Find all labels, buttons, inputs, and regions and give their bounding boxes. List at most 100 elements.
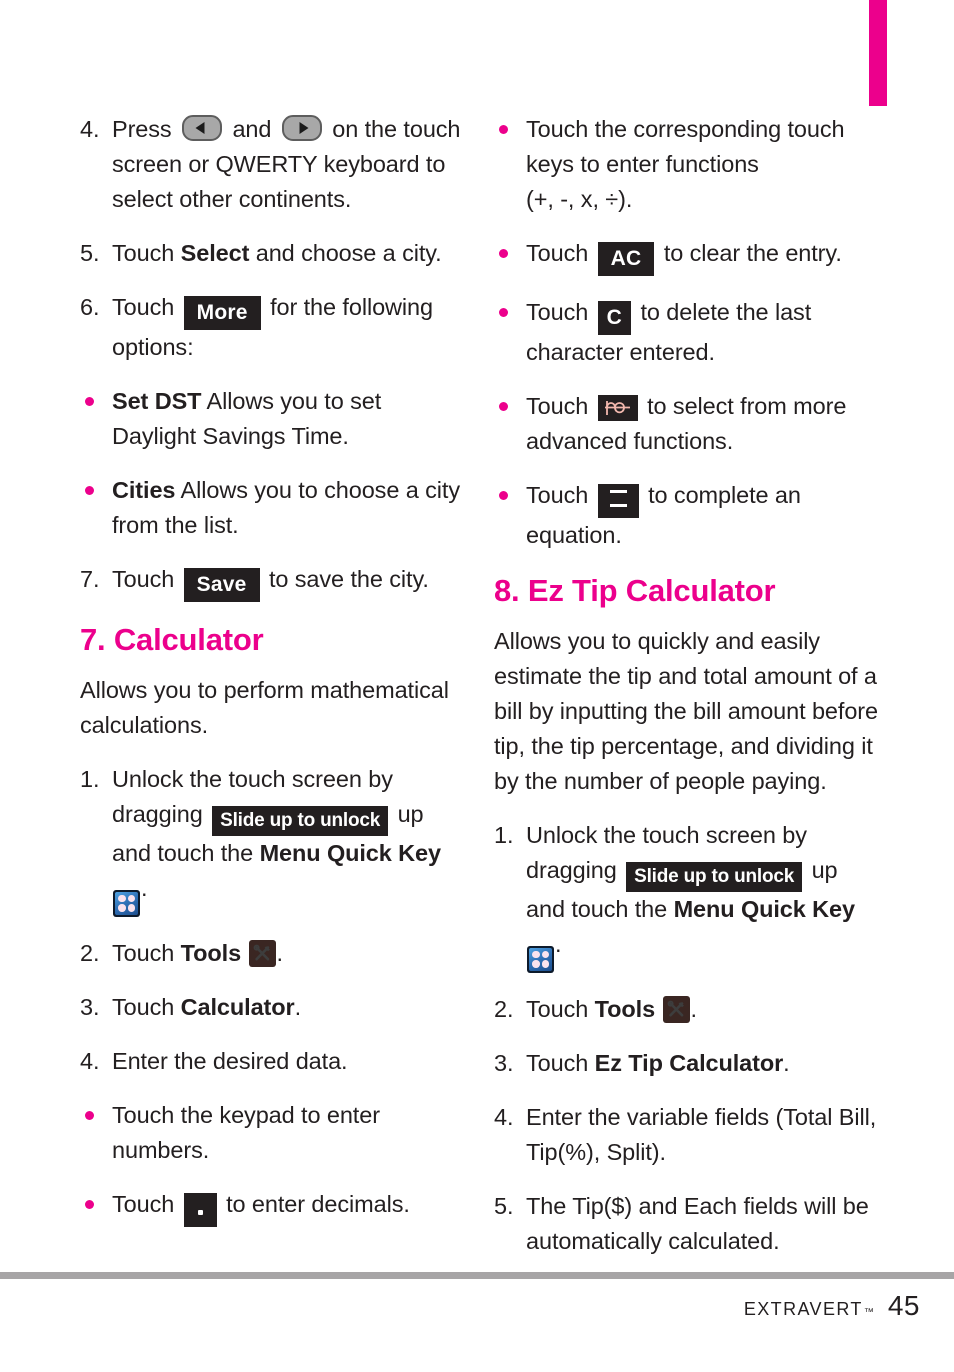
step-number: 6. xyxy=(80,294,100,320)
bullet-dot-icon xyxy=(499,491,508,500)
step-text: The Tip($) and Each fields will be autom… xyxy=(526,1192,869,1254)
step-number: 4. xyxy=(80,116,100,142)
bold-term-calculator: Calculator xyxy=(180,993,295,1020)
step-text-after: . xyxy=(141,875,148,901)
bullet-text: Touch the corresponding touch keys to en… xyxy=(526,116,845,177)
step-text-after: to save the city. xyxy=(268,566,429,592)
bullet-text-operators: (+, -, x, ÷). xyxy=(526,186,633,212)
bullet-equals-complete: Touch to complete an equation. xyxy=(494,478,882,553)
bold-term-menu-quick-key: Menu Quick Key xyxy=(673,896,856,922)
ez-tip-intro-text: Allows you to quickly and easily estimat… xyxy=(494,628,878,794)
bullet-text-before: Touch xyxy=(526,299,589,325)
menu-quick-key-icon[interactable] xyxy=(527,945,554,973)
step-text-after: . xyxy=(555,931,562,957)
tools-icon[interactable] xyxy=(662,995,690,1023)
step-number: 1. xyxy=(494,822,514,848)
bold-term-set-dst: Set DST xyxy=(112,388,202,414)
bold-term-tools: Tools xyxy=(180,939,242,966)
calculator-intro-text: Allows you to perform mathematical calcu… xyxy=(80,677,449,738)
bullet-dot-icon xyxy=(85,397,94,406)
bullet-touch-keypad: Touch the keypad to enter numbers. xyxy=(80,1098,468,1168)
calc-step-3-calculator: 3. Touch Calculator. xyxy=(80,990,468,1025)
tools-icon[interactable] xyxy=(248,939,276,967)
step-number: 7. xyxy=(80,566,100,592)
bullet-dot-icon xyxy=(499,402,508,411)
step-7-touch-save: 7. Touch Save to save the city. xyxy=(80,562,468,602)
arrow-right-key-icon[interactable] xyxy=(281,115,322,141)
step-4-select-continents: 4. Press and on the touch screen or QWER… xyxy=(80,112,468,217)
more-key-badge[interactable]: More xyxy=(183,296,261,330)
step-6-touch-more: 6. Touch More for the following options: xyxy=(80,290,468,365)
step-number: 5. xyxy=(494,1192,514,1219)
calc-step-1-unlock: 1. Unlock the touch screen by dragging S… xyxy=(80,762,468,917)
bullet-text-after: to enter decimals. xyxy=(226,1190,410,1217)
tip-step-2-tools: 2. Touch Tools . xyxy=(494,992,882,1027)
step-text-after: . xyxy=(276,939,284,966)
tip-step-5-auto-calculated: 5. The Tip($) and Each fields will be au… xyxy=(494,1189,882,1259)
step-text-middle: and xyxy=(232,116,272,142)
step-text-before: Touch xyxy=(526,1049,589,1076)
left-column: 4. Press and on the touch screen or QWER… xyxy=(80,112,468,1246)
slide-up-to-unlock-badge[interactable]: Slide up to unlock xyxy=(212,806,389,836)
save-key-badge[interactable]: Save xyxy=(183,568,260,602)
step-text-before: Touch xyxy=(112,240,175,266)
bold-term-cities: Cities xyxy=(112,477,176,503)
step-text: Enter the desired data. xyxy=(112,1047,348,1074)
bullet-dot-icon xyxy=(499,308,508,317)
bullet-set-dst: Set DST Allows you to set Daylight Savin… xyxy=(80,384,468,454)
step-text-after: . xyxy=(690,995,698,1022)
equals-key-badge[interactable] xyxy=(597,484,639,518)
bullet-text-before: Touch xyxy=(526,482,589,508)
step-number: 1. xyxy=(80,766,100,792)
step-number: 2. xyxy=(80,939,100,966)
page-body: 4. Press and on the touch screen or QWER… xyxy=(0,0,954,1254)
arrow-left-key-icon[interactable] xyxy=(182,115,223,141)
bold-term-ez-tip-calculator: Ez Tip Calculator xyxy=(594,1049,784,1076)
calc-step-4-enter-data: 4. Enter the desired data. xyxy=(80,1044,468,1079)
step-number: 4. xyxy=(494,1103,514,1130)
bullet-advanced-functions: Touch to select from more advanced funct… xyxy=(494,389,882,459)
step-text-before: Touch xyxy=(112,939,175,966)
menu-quick-key-icon[interactable] xyxy=(113,889,140,917)
bullet-c-delete: Touch C to delete the last character ent… xyxy=(494,295,882,370)
trademark-symbol: ™ xyxy=(863,1307,874,1318)
c-key-badge[interactable]: C xyxy=(597,301,632,335)
heading-8-ez-tip-calculator: 8. Ez Tip Calculator xyxy=(494,573,776,608)
step-text-after: . xyxy=(294,993,302,1020)
bullet-text-before: Touch xyxy=(526,393,589,419)
bullet-text-before: Touch xyxy=(112,1190,175,1217)
page-number: 45 xyxy=(887,1290,920,1321)
step-5-touch-select: 5. Touch Select and choose a city. xyxy=(80,236,468,271)
bullet-dot-icon xyxy=(85,486,94,495)
tip-step-4-variable-fields: 4. Enter the variable fields (Total Bill… xyxy=(494,1100,882,1170)
right-column: Touch the corresponding touch keys to en… xyxy=(494,112,882,1278)
step-number: 2. xyxy=(494,995,514,1022)
step-number: 5. xyxy=(80,240,100,266)
sine-wave-function-icon[interactable] xyxy=(597,395,638,421)
footer-divider xyxy=(0,1272,954,1279)
ac-key-badge[interactable]: AC xyxy=(597,242,655,276)
bullet-ac-clear: Touch AC to clear the entry. xyxy=(494,236,882,276)
slide-up-to-unlock-badge[interactable]: Slide up to unlock xyxy=(626,862,803,892)
bullet-cities: Cities Allows you to choose a city from … xyxy=(80,473,468,543)
bullet-dot-icon xyxy=(499,125,508,134)
step-text: Enter the variable fields (Total Bill, T… xyxy=(526,1103,877,1165)
bold-term-menu-quick-key: Menu Quick Key xyxy=(259,840,442,866)
page-footer: Extravert ™ 45 xyxy=(0,1290,920,1322)
step-number: 4. xyxy=(80,1047,100,1074)
step-number: 3. xyxy=(80,993,100,1020)
step-text-before: Touch xyxy=(526,995,589,1022)
bold-term-tools: Tools xyxy=(594,995,656,1022)
bullet-touch-function-keys: Touch the corresponding touch keys to en… xyxy=(494,112,882,217)
step-text-before: Touch xyxy=(112,294,175,320)
heading-7-calculator: 7. Calculator xyxy=(80,622,264,657)
decimal-point-key-badge[interactable] xyxy=(183,1192,217,1227)
bold-term-select: Select xyxy=(180,240,250,266)
bullet-dot-icon xyxy=(499,249,508,258)
calc-step-2-tools: 2. Touch Tools . xyxy=(80,936,468,971)
tip-step-3-ez-tip-calculator: 3. Touch Ez Tip Calculator. xyxy=(494,1046,882,1081)
bullet-dot-icon xyxy=(85,1199,94,1209)
bullet-text-after: to clear the entry. xyxy=(663,240,842,266)
bullet-dot-icon xyxy=(85,1110,94,1120)
tip-step-1-unlock: 1. Unlock the touch screen by dragging S… xyxy=(494,818,882,973)
